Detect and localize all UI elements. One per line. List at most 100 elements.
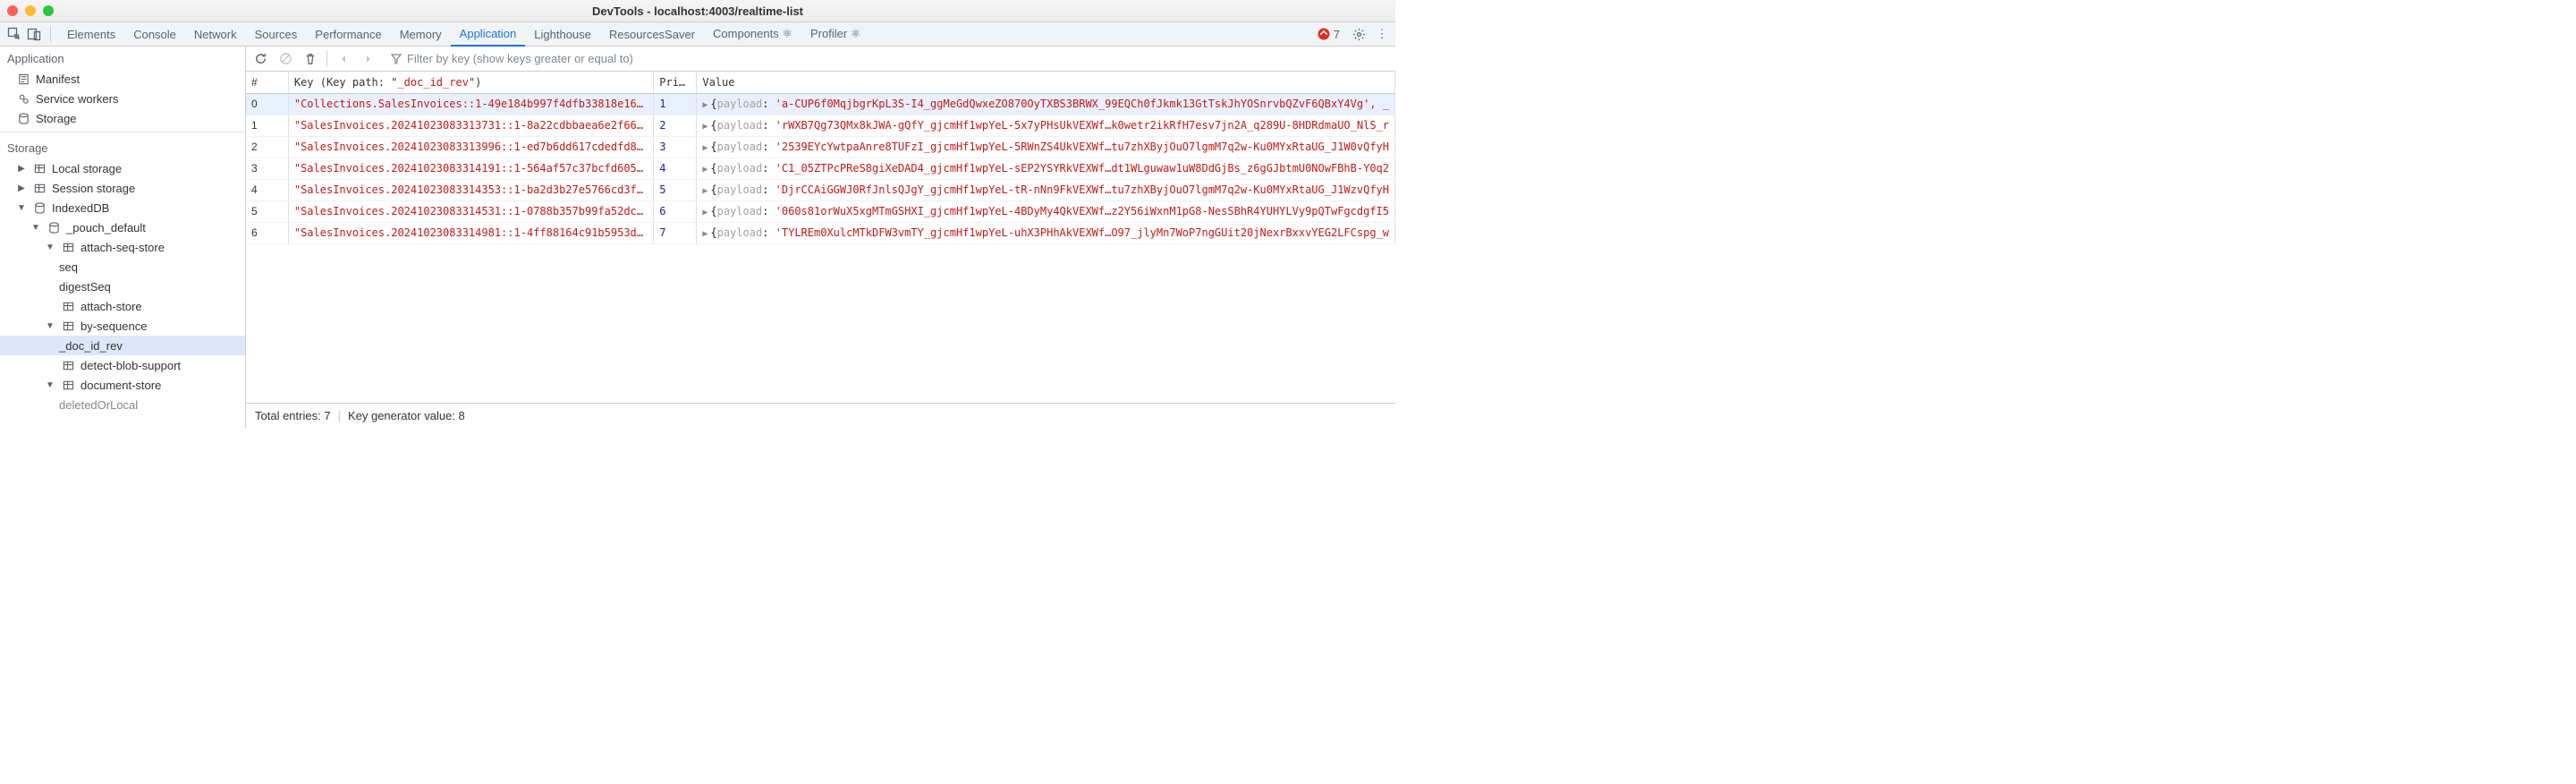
table-row[interactable]: 2"SalesInvoices.20241023083313996::1-ed7…: [246, 136, 1395, 158]
gear-icon: [16, 93, 30, 105]
table-row[interactable]: 1"SalesInvoices.20241023083313731::1-8a2…: [246, 115, 1395, 136]
maximize-window-button[interactable]: [43, 5, 54, 16]
tab-memory[interactable]: Memory: [391, 22, 451, 47]
tab-components-[interactable]: Components ⚛: [704, 22, 801, 47]
sidebar-item-pouch-default[interactable]: ▼ _pouch_default: [0, 217, 245, 237]
table-icon: [61, 242, 75, 253]
sidebar-item-label: _pouch_default: [66, 221, 146, 234]
sidebar-item-attach-seq-store[interactable]: ▼ attach-seq-store: [0, 237, 245, 257]
sidebar-item-label: attach-seq-store: [80, 241, 165, 254]
key-filter-input[interactable]: Filter by key (show keys greater or equa…: [385, 49, 640, 68]
sidebar-item-local-storage[interactable]: ▶ Local storage: [0, 158, 245, 178]
sidebar-item-seq[interactable]: seq: [0, 257, 245, 277]
table-row[interactable]: 3"SalesInvoices.20241023083314191::1-564…: [246, 158, 1395, 179]
sidebar-item-session-storage[interactable]: ▶ Session storage: [0, 178, 245, 198]
table-row[interactable]: 0"Collections.SalesInvoices::1-49e184b99…: [246, 93, 1395, 115]
tab-resourcessaver[interactable]: ResourcesSaver: [600, 22, 704, 47]
settings-icon[interactable]: [1351, 28, 1367, 41]
sidebar-item-label: Manifest: [36, 72, 80, 86]
cell-index: 3: [246, 158, 288, 179]
sidebar-item-detect-blob-support[interactable]: ▶ detect-blob-support: [0, 355, 245, 375]
disclosure-triangle-icon[interactable]: ▶: [702, 122, 708, 132]
idb-status-bar: Total entries: 7 | Key generator value: …: [246, 403, 1395, 428]
devtools-tab-strip: ElementsConsoleNetworkSourcesPerformance…: [0, 22, 1395, 47]
collapse-arrow-icon: ▼: [45, 380, 55, 390]
minimize-window-button[interactable]: [25, 5, 36, 16]
cell-value: ▶{payload: 'rWXB7Qg73QMx8kJWA-gQfY_gjcmH…: [697, 115, 1395, 136]
sidebar-item-deletedorlocal[interactable]: deletedOrLocal: [0, 395, 245, 414]
disclosure-triangle-icon[interactable]: ▶: [702, 229, 708, 239]
tab-application[interactable]: Application: [451, 22, 526, 47]
disclosure-triangle-icon[interactable]: ▶: [702, 165, 708, 175]
cell-index: 1: [246, 115, 288, 136]
expand-arrow-icon: ▶: [16, 183, 27, 193]
table-row[interactable]: 4"SalesInvoices.20241023083314353::1-ba2…: [246, 179, 1395, 200]
cell-key: "SalesInvoices.20241023083314353::1-ba2d…: [288, 179, 653, 200]
tab-network[interactable]: Network: [185, 22, 246, 47]
sidebar-item-label: detect-blob-support: [80, 359, 181, 372]
disclosure-triangle-icon[interactable]: ▶: [702, 186, 708, 196]
sidebar-item-manifest[interactable]: Manifest: [0, 69, 245, 89]
page-next-button[interactable]: [360, 50, 377, 68]
sidebar-item-storage-app[interactable]: Storage: [0, 108, 245, 128]
cell-primary: 5: [654, 179, 697, 200]
table-row[interactable]: 6"SalesInvoices.20241023083314981::1-4ff…: [246, 222, 1395, 243]
sidebar-item-by-sequence[interactable]: ▼ by-sequence: [0, 316, 245, 336]
disclosure-triangle-icon[interactable]: ▶: [702, 208, 708, 217]
tab-profiler-[interactable]: Profiler ⚛: [801, 22, 869, 47]
sidebar-item-label: document-store: [80, 379, 161, 392]
table-row[interactable]: 5"SalesInvoices.20241023083314531::1-078…: [246, 200, 1395, 222]
delete-button[interactable]: [301, 50, 319, 68]
collapse-arrow-icon: ▼: [16, 203, 27, 213]
device-toolbar-icon[interactable]: [25, 25, 43, 43]
tab-elements[interactable]: Elements: [58, 22, 124, 47]
disclosure-triangle-icon[interactable]: ▶: [702, 100, 708, 110]
cell-key: "SalesInvoices.20241023083314531::1-0788…: [288, 200, 653, 222]
sidebar-item-label: Local storage: [52, 162, 122, 175]
cell-value: ▶{payload: 'a-CUP6f0MqjbgrKpL3S-I4_ggMeG…: [697, 93, 1395, 115]
refresh-button[interactable]: [251, 50, 269, 68]
collapse-arrow-icon: ▼: [30, 223, 41, 233]
clear-button[interactable]: [276, 50, 294, 68]
sidebar-item-doc-id-rev[interactable]: _doc_id_rev: [0, 336, 245, 355]
tab-performance[interactable]: Performance: [306, 22, 390, 47]
sidebar-item-attach-store[interactable]: ▶ attach-store: [0, 296, 245, 316]
disclosure-triangle-icon[interactable]: ▶: [702, 143, 708, 153]
cell-primary: 1: [654, 93, 697, 115]
sidebar-item-label: _doc_id_rev: [59, 339, 123, 353]
idb-toolbar: Filter by key (show keys greater or equa…: [246, 47, 1395, 72]
sidebar-item-digestseq[interactable]: digestSeq: [0, 277, 245, 296]
traffic-lights: [7, 5, 54, 16]
sidebar-item-indexeddb[interactable]: ▼ IndexedDB: [0, 198, 245, 217]
column-header-value[interactable]: Value: [697, 72, 1395, 93]
table-icon: [61, 320, 75, 332]
cell-primary: 7: [654, 222, 697, 243]
page-prev-button[interactable]: [335, 50, 352, 68]
cell-index: 0: [246, 93, 288, 115]
cell-key: "SalesInvoices.20241023083313731::1-8a22…: [288, 115, 653, 136]
tab-console[interactable]: Console: [124, 22, 185, 47]
error-count: 7: [1334, 28, 1340, 41]
table-icon: [61, 379, 75, 391]
idb-data-grid: # Key (Key path: "_doc_id_rev") Pri… Val…: [246, 72, 1395, 244]
column-header-index[interactable]: #: [246, 72, 288, 93]
sidebar-item-document-store[interactable]: ▼ document-store: [0, 375, 245, 395]
cell-primary: 4: [654, 158, 697, 179]
sidebar-item-label: Storage: [36, 112, 77, 125]
inspect-element-icon[interactable]: [5, 25, 23, 43]
window-title: DevTools - localhost:4003/realtime-list: [0, 4, 1395, 18]
key-generator-label: Key generator value: 8: [348, 409, 465, 422]
column-header-key[interactable]: Key (Key path: "_doc_id_rev"): [288, 72, 653, 93]
column-header-primary[interactable]: Pri…: [654, 72, 697, 93]
sidebar-item-service-workers[interactable]: Service workers: [0, 89, 245, 108]
close-window-button[interactable]: [7, 5, 18, 16]
cell-primary: 6: [654, 200, 697, 222]
database-icon: [32, 202, 47, 214]
sidebar-item-label: Service workers: [36, 92, 118, 106]
error-badge[interactable]: 7: [1318, 28, 1340, 41]
tab-sources[interactable]: Sources: [246, 22, 307, 47]
more-icon[interactable]: ⋮: [1374, 27, 1390, 41]
sidebar-item-label: seq: [59, 260, 78, 274]
tab-lighthouse[interactable]: Lighthouse: [525, 22, 600, 47]
window-titlebar: DevTools - localhost:4003/realtime-list: [0, 0, 1395, 22]
